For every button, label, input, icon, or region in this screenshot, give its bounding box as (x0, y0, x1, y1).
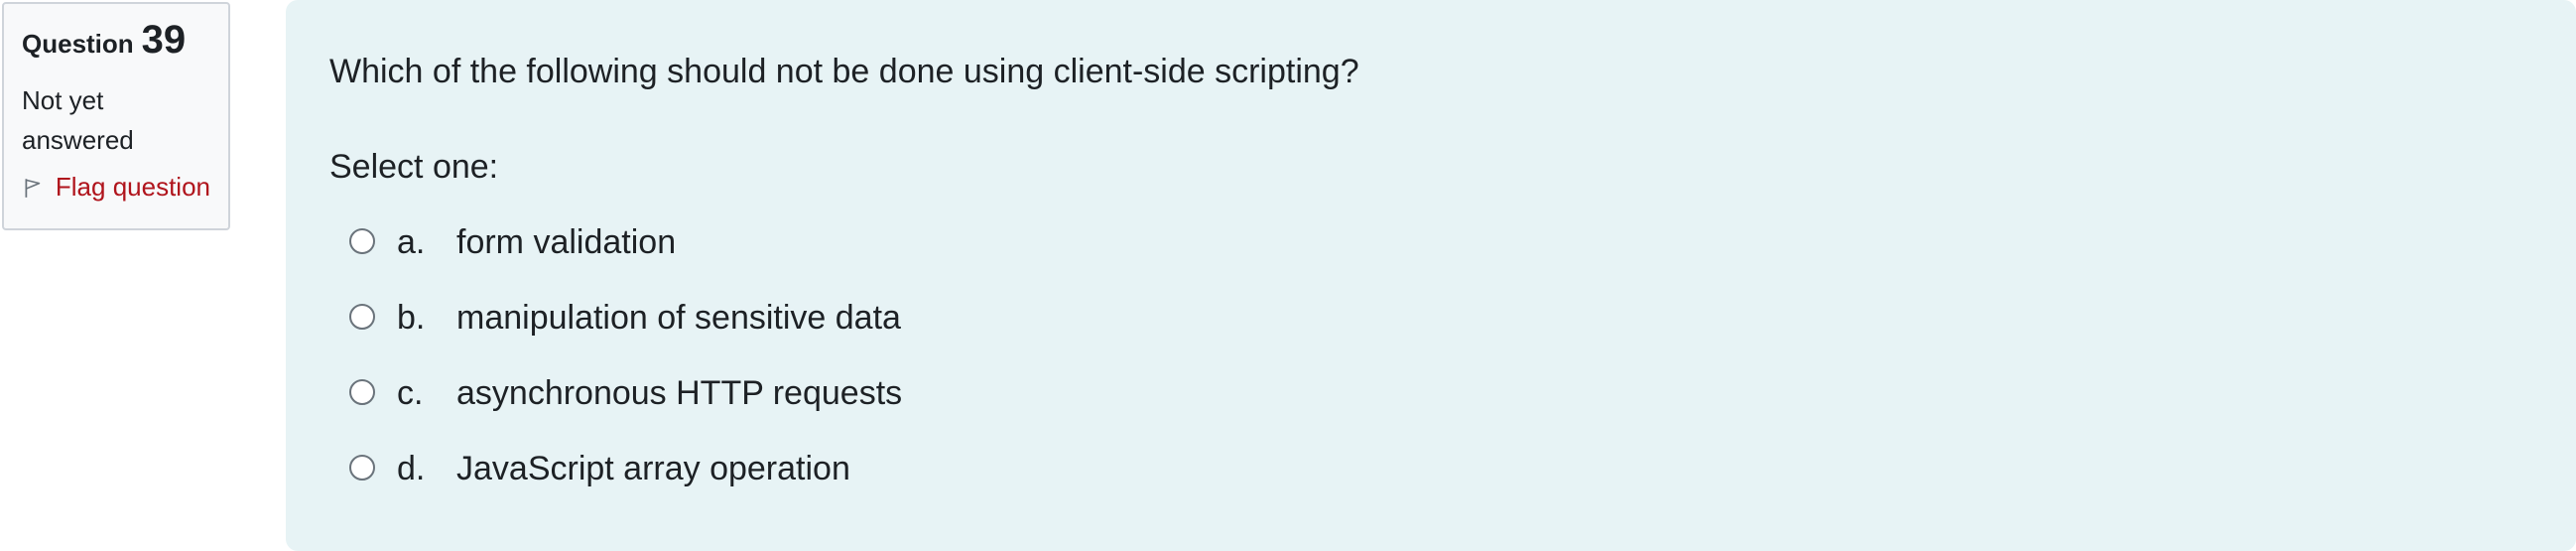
question-state: Not yet answered (22, 85, 134, 155)
flag-icon (25, 178, 41, 198)
answer-option-b[interactable]: b. manipulation of sensitive data (329, 280, 2532, 355)
question-info-panel: Question 39 Not yet answered Flag questi… (2, 2, 230, 230)
question-number-heading: Question 39 (22, 18, 210, 63)
answer-letter: a. (397, 222, 426, 261)
answer-text: manipulation of sensitive data (456, 298, 901, 337)
radio-icon[interactable] (349, 228, 375, 254)
answer-text: form validation (456, 222, 677, 261)
answer-option-a[interactable]: a. form validation (329, 205, 2532, 280)
flag-question-link[interactable]: Flag question (22, 172, 210, 203)
answer-option-d[interactable]: d. JavaScript array operation (329, 431, 2532, 506)
answer-text: JavaScript array operation (456, 449, 850, 487)
radio-icon[interactable] (349, 379, 375, 405)
answer-prompt: Select one: (329, 148, 499, 186)
answer-letter: b. (397, 298, 426, 337)
quiz-page: Question 39 Not yet answered Flag questi… (0, 0, 2576, 551)
answer-option-c[interactable]: c. asynchronous HTTP requests (329, 355, 2532, 431)
radio-icon[interactable] (349, 304, 375, 330)
answer-letter: c. (397, 373, 424, 412)
answer-text: asynchronous HTTP requests (456, 373, 903, 412)
question-text: Which of the following should not be don… (329, 53, 1359, 90)
question-number: 39 (141, 18, 187, 62)
answer-options: a. form validation b. manipulation of se… (329, 205, 2532, 506)
question-label: Question (22, 29, 134, 59)
answer-letter: d. (397, 449, 426, 487)
question-content: Which of the following should not be don… (286, 0, 2576, 551)
flag-question-label: Flag question (55, 172, 210, 202)
radio-icon[interactable] (349, 455, 375, 481)
